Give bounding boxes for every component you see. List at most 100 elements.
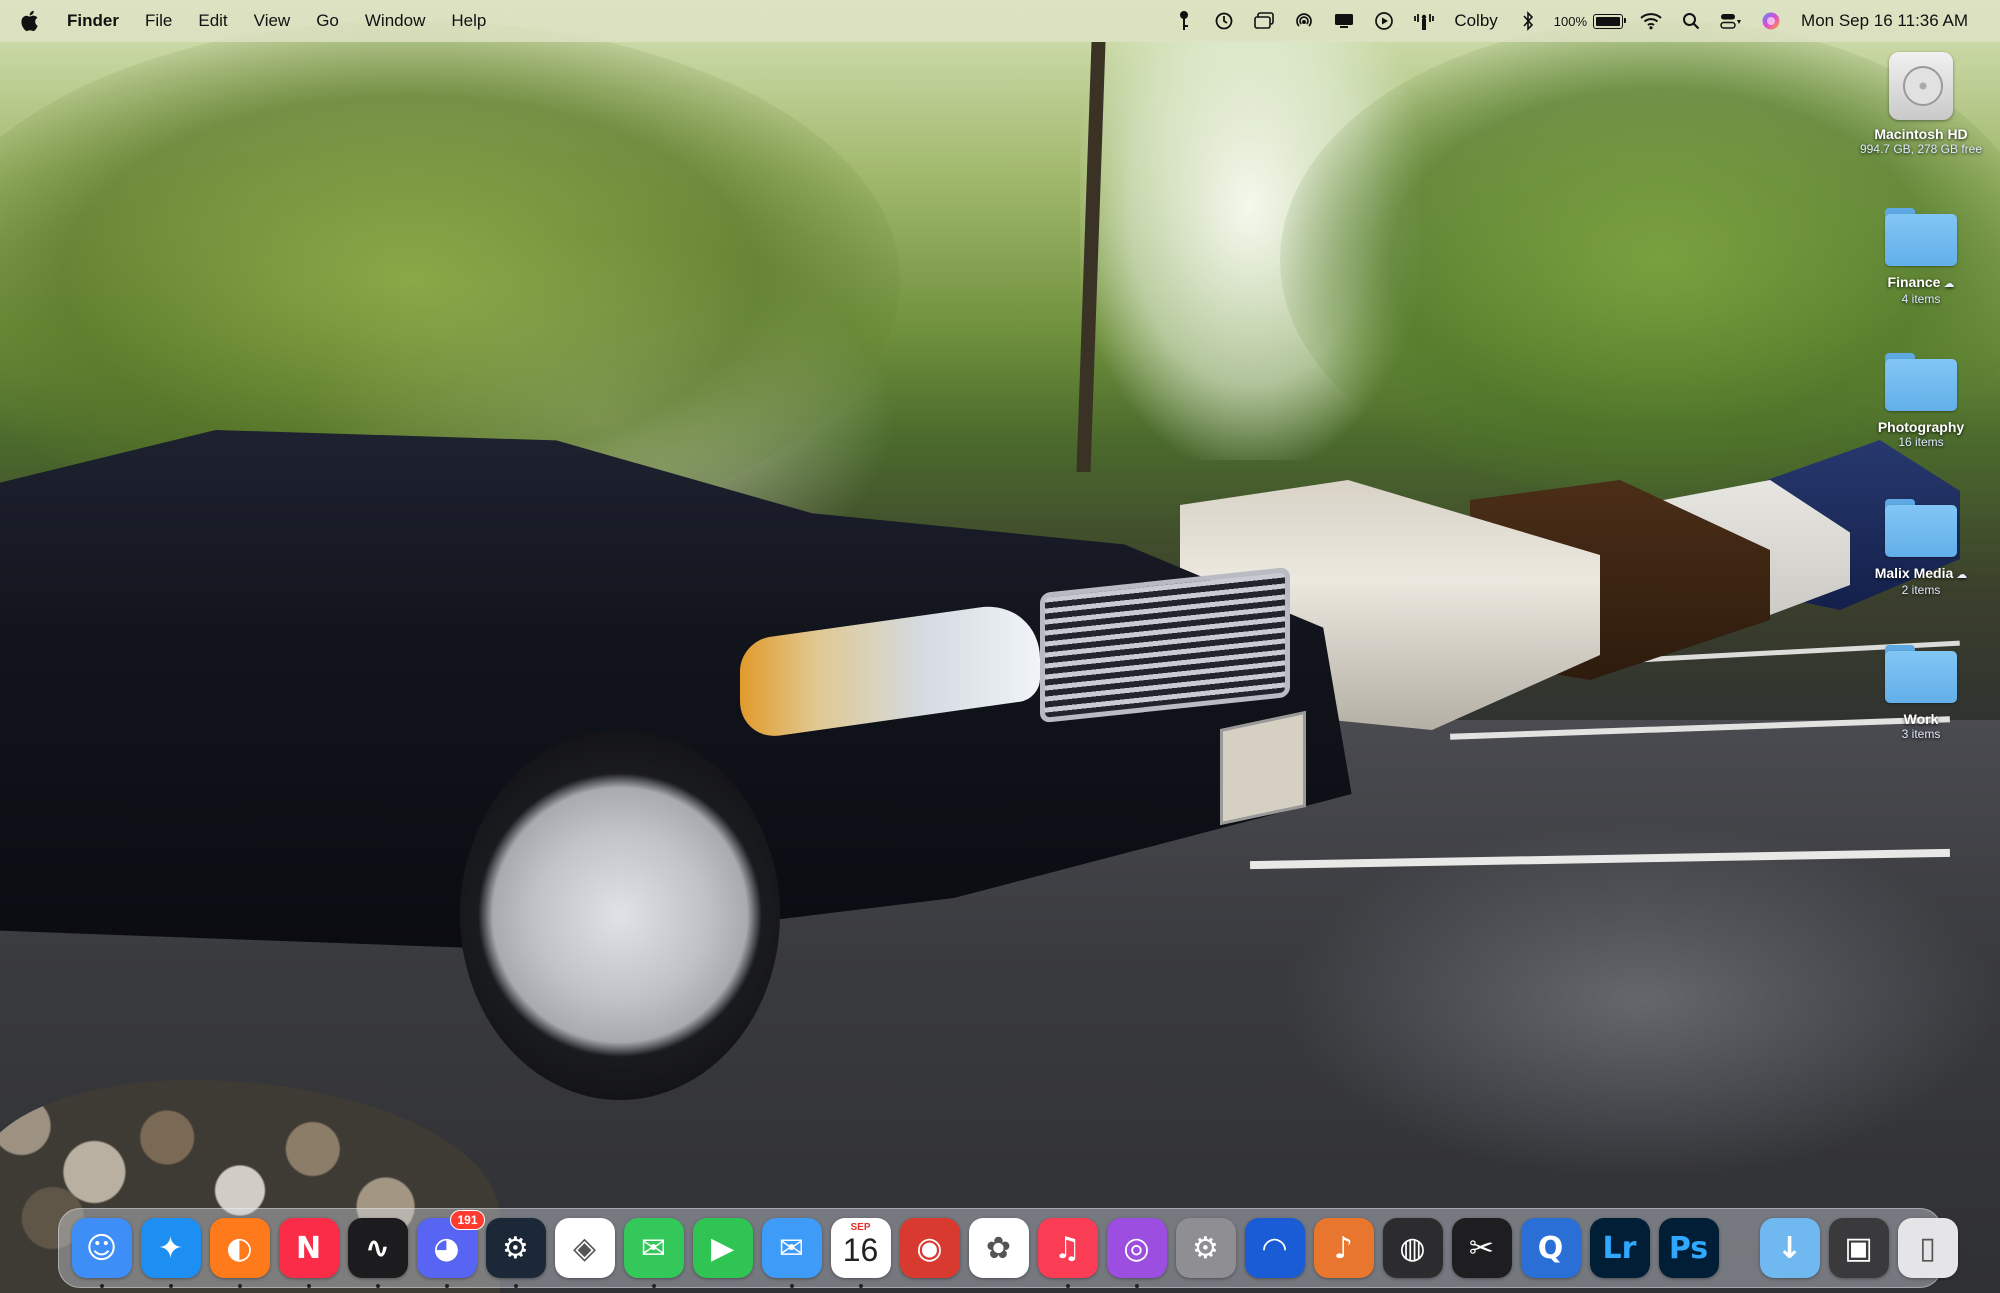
menu-window[interactable]: Window <box>352 0 438 42</box>
menu-user-name[interactable]: Colby <box>1454 11 1497 31</box>
wallpaper-car-brown <box>1470 480 1770 680</box>
hard-drive-icon <box>1889 52 1953 120</box>
desktop-icon-malix-media[interactable]: Malix Media ☁ 2 items <box>1851 499 1991 597</box>
dock-item-steam[interactable]: ⚙ <box>485 1218 546 1288</box>
safari-icon: ✦ <box>157 1230 184 1266</box>
desktop[interactable]: Finder File Edit View Go Window Help Col… <box>0 0 2000 1293</box>
hotspot-icon[interactable] <box>1413 10 1435 32</box>
screenshot-thumbnail-icon: ▣ <box>1844 1230 1873 1266</box>
desktop-icon-label: Work <box>1903 711 1939 727</box>
dock-item-lightroom[interactable]: Lr <box>1589 1218 1650 1278</box>
system-settings-icon: ⚙ <box>1192 1230 1219 1266</box>
siri-icon[interactable] <box>1760 10 1782 32</box>
wifi-icon[interactable] <box>1640 10 1662 32</box>
wallpaper-car-grille <box>1040 566 1290 724</box>
perplexity-icon: ◈ <box>572 1230 597 1266</box>
desktop-icon-detail: 4 items <box>1901 292 1941 306</box>
dock-item-photo-booth[interactable]: ◉ <box>899 1218 960 1278</box>
stocks-icon: ∿ <box>364 1230 391 1266</box>
desktop-icon-detail: 994.7 GB, 278 GB free <box>1859 142 1983 156</box>
menu-app-name[interactable]: Finder <box>54 0 132 42</box>
dock-item-facetime[interactable]: ▶ <box>692 1218 753 1278</box>
notification-badge: 191 <box>450 1210 485 1230</box>
desktop-icon-finance[interactable]: Finance ☁ 4 items <box>1851 208 1991 306</box>
key-icon[interactable] <box>1173 10 1195 32</box>
desktop-icon-photography[interactable]: Photography 16 items <box>1851 353 1991 449</box>
folder-icon <box>1885 208 1957 266</box>
desktop-icon-detail: 3 items <box>1901 727 1941 741</box>
compressor-icon: ◍ <box>1399 1230 1426 1266</box>
apple-menu-icon[interactable] <box>20 9 42 33</box>
dock-item-finder[interactable]: ☺ <box>71 1218 132 1288</box>
wallpaper-sunpatch <box>1280 820 2000 1180</box>
running-indicator <box>375 1284 380 1288</box>
steam-icon: ⚙ <box>502 1230 529 1266</box>
dock-item-firefox[interactable]: ◐ <box>209 1218 270 1288</box>
display-icon[interactable] <box>1333 10 1355 32</box>
dock-item-audacity[interactable]: ◠ <box>1244 1218 1305 1278</box>
icloud-icon: ☁ <box>1943 278 1955 290</box>
dock-item-perplexity[interactable]: ◈ <box>554 1218 615 1278</box>
dock-item-trash[interactable]: ▯ <box>1897 1218 1958 1278</box>
dock-item-photoshop[interactable]: Ps <box>1658 1218 1719 1278</box>
dock-item-messages[interactable]: ✉ <box>623 1218 684 1288</box>
garageband-icon: ♪ <box>1333 1230 1354 1266</box>
menu-bar: Finder File Edit View Go Window Help Col… <box>0 0 2000 42</box>
menu-view[interactable]: View <box>241 0 304 42</box>
dock-item-final-cut-pro[interactable]: ✂ <box>1451 1218 1512 1278</box>
bluetooth-icon[interactable] <box>1517 10 1539 32</box>
dock-item-news[interactable]: N <box>278 1218 339 1288</box>
dock-item-music[interactable]: ♫ <box>1037 1218 1098 1288</box>
dock-item-discord[interactable]: ◕ 191 <box>416 1210 485 1288</box>
calendar-day: 16 <box>842 1232 879 1268</box>
wallpaper-car-wheel <box>460 730 780 1100</box>
dock-item-screenshot-thumbnail[interactable]: ▣ <box>1828 1218 1889 1278</box>
finder-icon: ☺ <box>85 1230 118 1266</box>
folder-icon <box>1885 499 1957 557</box>
dock-item-podcasts[interactable]: ◎ <box>1106 1218 1167 1288</box>
menu-file[interactable]: File <box>132 0 185 42</box>
running-indicator <box>444 1284 449 1288</box>
final-cut-pro-icon: ✂ <box>1468 1230 1495 1266</box>
music-icon: ♫ <box>1054 1230 1081 1266</box>
firefox-icon: ◐ <box>226 1230 253 1266</box>
menu-clock[interactable]: Mon Sep 16 11:36 AM <box>1801 11 1968 31</box>
desktop-icon-work[interactable]: Work 3 items <box>1851 645 1991 741</box>
running-indicator <box>99 1284 104 1288</box>
desktop-icon-detail: 16 items <box>1898 435 1944 449</box>
running-indicator <box>1065 1284 1070 1288</box>
desktop-icon-macintosh-hd[interactable]: Macintosh HD 994.7 GB, 278 GB free <box>1851 52 1991 156</box>
search-icon[interactable] <box>1680 10 1702 32</box>
wallpaper-car-plate <box>1220 710 1306 826</box>
desktop-icon-label: Malix Media ☁ <box>1874 565 1968 581</box>
battery-icon[interactable] <box>1593 13 1627 29</box>
dock-item-compressor[interactable]: ◍ <box>1382 1218 1443 1278</box>
time-machine-icon[interactable] <box>1213 10 1235 32</box>
wallpaper-car-white <box>1650 480 1850 630</box>
play-icon[interactable] <box>1373 10 1395 32</box>
menu-help[interactable]: Help <box>438 0 499 42</box>
messages-icon: ✉ <box>640 1230 667 1266</box>
menu-go[interactable]: Go <box>303 0 352 42</box>
downloads-folder-icon: ↓ <box>1776 1230 1803 1266</box>
wallpaper-car-cream <box>1180 480 1600 730</box>
dock-item-mail[interactable]: ✉ <box>761 1218 822 1288</box>
dock-item-quicktime[interactable]: Q <box>1520 1218 1581 1278</box>
running-indicator <box>651 1284 656 1288</box>
dock-item-photos[interactable]: ✿ <box>968 1218 1029 1278</box>
quicktime-icon: Q <box>1537 1230 1564 1266</box>
dock-item-stocks[interactable]: ∿ <box>347 1218 408 1288</box>
window-icon[interactable] <box>1253 10 1275 32</box>
dock-item-garageband[interactable]: ♪ <box>1313 1218 1374 1278</box>
wallpaper-car-black <box>0 430 1352 950</box>
running-indicator <box>306 1284 311 1288</box>
dock-item-safari[interactable]: ✦ <box>140 1218 201 1288</box>
dock-item-system-settings[interactable]: ⚙ <box>1175 1218 1236 1278</box>
wallpaper-sky <box>1080 40 1420 460</box>
folder-icon <box>1885 645 1957 703</box>
dock-item-downloads-folder[interactable]: ↓ <box>1759 1218 1820 1278</box>
airdrop-icon[interactable] <box>1293 10 1315 32</box>
control-center-icon[interactable] <box>1720 10 1742 32</box>
dock-item-calendar[interactable]: SEP 16 <box>830 1218 891 1288</box>
menu-edit[interactable]: Edit <box>185 0 240 42</box>
